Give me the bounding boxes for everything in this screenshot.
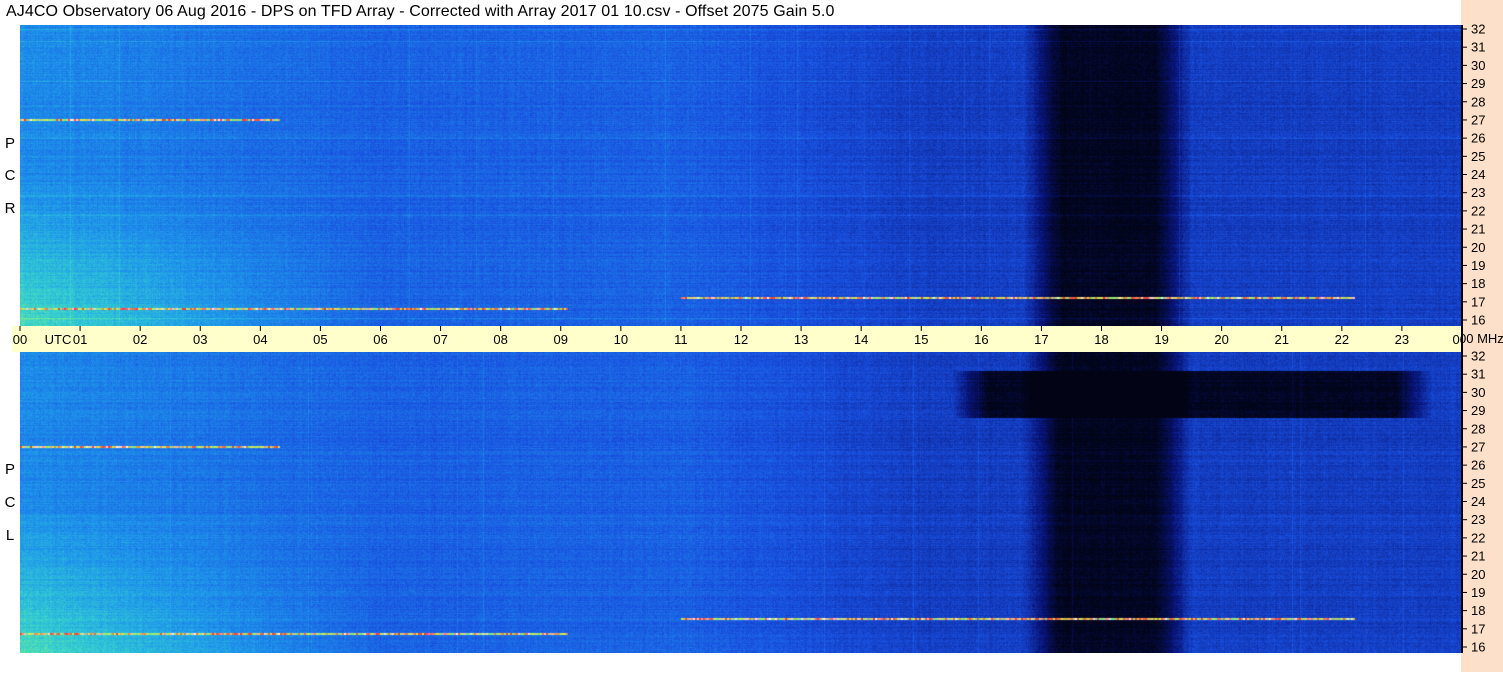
utc-tick-label: 05 [313, 332, 327, 347]
mhz-tick-label: 24 [1471, 167, 1485, 182]
mhz-tick-label: 27 [1471, 112, 1485, 127]
mhz-tick-label: 32 [1471, 349, 1485, 364]
utc-tick-label: 17 [1034, 332, 1048, 347]
spectrogram-rcp [20, 25, 1463, 326]
mhz-tick-label: 28 [1471, 421, 1485, 436]
mhz-tick-label: 23 [1471, 185, 1485, 200]
utc-tick-label: 03 [193, 332, 207, 347]
mhz-tick-label: 17 [1471, 294, 1485, 309]
mhz-tick-label: 22 [1471, 203, 1485, 218]
mhz-tick-label: 21 [1471, 549, 1485, 564]
utc-axis-svg: 00 01 02 03 04 05 06 07 08 09 10 11 12 13 14 15 16 17 18 19… [13, 326, 1463, 347]
mhz-tick-label: 20 [1471, 240, 1485, 255]
utc-tick-label: 15 [914, 332, 928, 347]
utc-tick-label: 09 [554, 332, 568, 347]
mhz-tick-label: 16 [1471, 640, 1485, 655]
utc-tick-label: 19 [1154, 332, 1168, 347]
mhz-tick-label: 26 [1471, 458, 1485, 473]
mhz-tick-label: 25 [1471, 476, 1485, 491]
utc-tick-label: 12 [734, 332, 748, 347]
mhz-tick-label: 29 [1471, 76, 1485, 91]
utc-tick-label: 08 [493, 332, 507, 347]
utc-unit-label: UTC [45, 332, 72, 347]
mhz-unit-label: 00 MHz [1461, 331, 1503, 346]
mhz-tick-label: 24 [1471, 494, 1485, 509]
mhz-tick-label: 18 [1471, 603, 1485, 618]
utc-tick-label: 00 [13, 332, 27, 347]
utc-tick-label: 06 [373, 332, 387, 347]
mhz-tick-label: 18 [1471, 276, 1485, 291]
mhz-tick-label: 30 [1471, 385, 1485, 400]
utc-tick-label: 04 [253, 332, 267, 347]
mhz-axis-svg: 32 31 30 29 28 27 26 25 24 23 22 21 20 19 18 17 16 32 31 30… [1459, 22, 1503, 655]
spectrogram-lcp [20, 352, 1463, 653]
pol-letter: P [4, 461, 15, 478]
mhz-tick-label: 28 [1471, 94, 1485, 109]
utc-tick-label: 01 [73, 332, 87, 347]
utc-tick-label: 13 [794, 332, 808, 347]
pol-letter: R [4, 200, 16, 217]
mhz-tick-label: 17 [1471, 621, 1485, 636]
utc-tick-label: 16 [974, 332, 988, 347]
mhz-tick-label: 30 [1471, 58, 1485, 73]
utc-tick-label: 07 [433, 332, 447, 347]
frequency-axis-column: 32 31 30 29 28 27 26 25 24 23 22 21 20 19 18 17 16 32 31 30… [1459, 0, 1503, 672]
pol-letter: P [4, 135, 15, 152]
mhz-tick-label: 31 [1471, 40, 1485, 55]
utc-tick-label: 14 [854, 332, 868, 347]
mhz-tick-label: 16 [1471, 313, 1485, 328]
mhz-tick-label: 25 [1471, 149, 1485, 164]
chart-title: AJ4CO Observatory 06 Aug 2016 - DPS on T… [6, 3, 835, 20]
mhz-tick-label: 21 [1471, 222, 1485, 237]
mhz-tick-label: 26 [1471, 131, 1485, 146]
mhz-tick-label: 31 [1471, 367, 1485, 382]
utc-tick-label: 11 [674, 332, 688, 347]
utc-tick-label: 21 [1275, 332, 1289, 347]
mhz-tick-label: 20 [1471, 567, 1485, 582]
plot-right-border [1461, 25, 1463, 653]
utc-tick-label: 02 [133, 332, 147, 347]
mhz-tick-label: 19 [1471, 585, 1485, 600]
utc-tick-label: 23 [1395, 332, 1409, 347]
utc-tick-label: 22 [1335, 332, 1349, 347]
pol-letter: C [4, 494, 16, 511]
pol-letter: C [4, 167, 16, 184]
mhz-tick-label: 29 [1471, 403, 1485, 418]
mhz-tick-label: 19 [1471, 258, 1485, 273]
utc-tick-label: 20 [1214, 332, 1228, 347]
utc-tick-label: 18 [1094, 332, 1108, 347]
utc-time-axis: 00 01 02 03 04 05 06 07 08 09 10 11 12 13 14 15 16 17 18 19… [12, 326, 1463, 352]
mhz-tick-label: 27 [1471, 439, 1485, 454]
mhz-tick-label: 32 [1471, 22, 1485, 37]
utc-tick-label: 10 [614, 332, 628, 347]
pol-letter: L [5, 527, 15, 544]
mhz-tick-label: 22 [1471, 530, 1485, 545]
mhz-tick-label: 23 [1471, 512, 1485, 527]
